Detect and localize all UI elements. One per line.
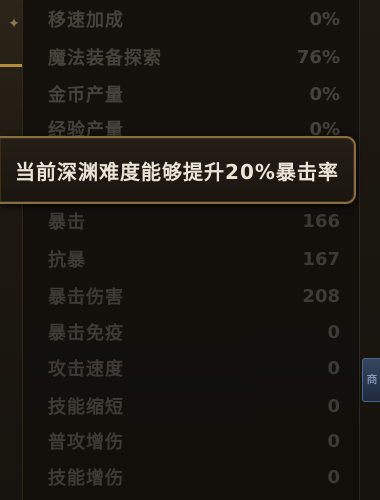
stat-row-crit-damage: 暴击伤害 208 bbox=[48, 281, 340, 311]
stat-label: 暴击免疫 bbox=[48, 323, 124, 344]
right-frame bbox=[358, 0, 380, 500]
stat-value: 0% bbox=[309, 83, 340, 105]
stat-row-move-speed: 移速加成 0% bbox=[48, 4, 340, 34]
stat-row-crit-resist: 抗暴 167 bbox=[48, 244, 340, 274]
stat-row-skill-cooldown: 技能缩短 0 bbox=[48, 391, 340, 421]
stat-row-skill-bonus: 技能增伤 0 bbox=[48, 462, 340, 492]
stat-value: 208 bbox=[302, 285, 340, 307]
side-tab-label: 商 bbox=[366, 373, 378, 386]
stat-value: 0 bbox=[327, 430, 340, 452]
stat-row-attack-speed: 攻击速度 0 bbox=[48, 353, 340, 383]
stat-value: 0 bbox=[327, 466, 340, 488]
stat-value: 0 bbox=[327, 321, 340, 343]
left-frame bbox=[0, 0, 22, 500]
stat-value: 0% bbox=[309, 8, 340, 30]
stat-label: 技能增伤 bbox=[48, 468, 124, 489]
stat-row-crit-immune: 暴击免疫 0 bbox=[48, 317, 340, 347]
stat-row-normal-attack-bonus: 普攻增伤 0 bbox=[48, 426, 340, 456]
abyss-difficulty-tooltip: 当前深渊难度能够提升20%暴击率 bbox=[0, 136, 356, 204]
stat-label: 普攻增伤 bbox=[48, 432, 124, 453]
tooltip-text: 当前深渊难度能够提升20%暴击率 bbox=[15, 159, 339, 184]
stat-label: 金币产量 bbox=[48, 85, 124, 106]
stat-label: 攻击速度 bbox=[48, 359, 124, 380]
stat-label: 暴击 bbox=[48, 212, 86, 233]
stat-label: 移速加成 bbox=[48, 10, 124, 31]
emblem-icon: ✦ bbox=[8, 16, 20, 32]
stat-row-gold-yield: 金币产量 0% bbox=[48, 79, 340, 109]
stat-label: 抗暴 bbox=[48, 250, 86, 271]
stat-value: 0 bbox=[327, 357, 340, 379]
stat-label: 技能缩短 bbox=[48, 397, 124, 418]
stat-row-magic-equip: 魔法装备探索 76% bbox=[48, 42, 340, 72]
stat-row-crit: 暴击 166 bbox=[48, 206, 340, 236]
stat-value: 166 bbox=[302, 210, 340, 232]
stat-label: 暴击伤害 bbox=[48, 287, 124, 308]
stat-value: 76% bbox=[296, 46, 340, 68]
stat-value: 0 bbox=[327, 395, 340, 417]
stat-value: 167 bbox=[302, 248, 340, 270]
gold-strip bbox=[0, 64, 22, 67]
side-tab[interactable]: 商 bbox=[362, 358, 380, 402]
stat-label: 魔法装备探索 bbox=[48, 48, 162, 69]
